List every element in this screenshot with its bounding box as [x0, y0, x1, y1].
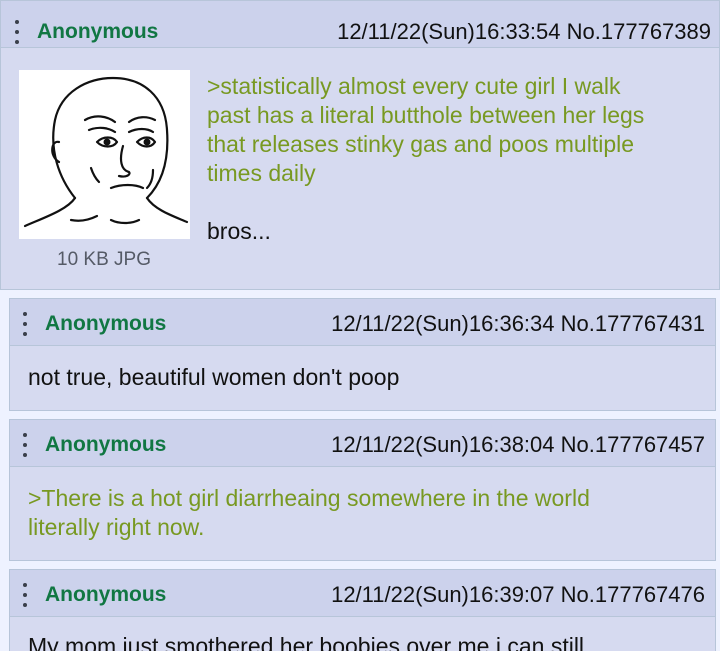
post-op: Anonymous 12/11/22(Sun)16:33:54 No.17776…: [0, 0, 720, 290]
post-meta: 12/11/22(Sun)16:38:04 No.177767457: [331, 433, 705, 457]
post-datetime: 12/11/22(Sun)16:33:54: [337, 19, 561, 44]
post-header: Anonymous 12/11/22(Sun)16:33:54 No.17776…: [1, 1, 719, 48]
post-body: >statistically almost every cute girl I …: [207, 72, 717, 246]
post-body: >There is a hot girl diarrheaing somewhe…: [28, 484, 708, 542]
post-header: Anonymous 12/11/22(Sun)16:36:34 No.17776…: [10, 299, 715, 346]
reply-post: Anonymous 12/11/22(Sun)16:39:07 No.17776…: [9, 569, 716, 651]
post-datetime: 12/11/22(Sun)16:38:04: [331, 432, 555, 457]
post-body: not true, beautiful women don't poop: [28, 363, 708, 392]
post-header: Anonymous 12/11/22(Sun)16:38:04 No.17776…: [10, 420, 715, 467]
reply-post: Anonymous 12/11/22(Sun)16:36:34 No.17776…: [9, 298, 716, 411]
post-meta: 12/11/22(Sun)16:36:34 No.177767431: [331, 312, 705, 336]
menu-dots-icon[interactable]: [22, 433, 28, 457]
post-datetime: 12/11/22(Sun)16:36:34: [331, 311, 555, 336]
post-number[interactable]: No.177767431: [561, 311, 705, 336]
menu-dots-icon[interactable]: [22, 583, 28, 607]
file-info[interactable]: 10 KB JPG: [57, 248, 151, 272]
wojak-face-icon: [23, 76, 189, 228]
post-header: Anonymous 12/11/22(Sun)16:39:07 No.17776…: [10, 570, 715, 617]
post-meta: 12/11/22(Sun)16:33:54 No.177767389: [337, 20, 711, 44]
post-number[interactable]: No.177767457: [561, 432, 705, 457]
reply-post: Anonymous 12/11/22(Sun)16:38:04 No.17776…: [9, 419, 716, 561]
greentext-line: >There is a hot girl diarrheaing somewhe…: [28, 485, 590, 511]
post-number[interactable]: No.177767389: [567, 19, 711, 44]
greentext-line: that releases stinky gas and poos multip…: [207, 131, 635, 157]
post-datetime: 12/11/22(Sun)16:39:07: [331, 582, 555, 607]
post-number[interactable]: No.177767476: [561, 582, 705, 607]
post-body: My mom just smothered her boobies over m…: [28, 632, 708, 651]
thumbnail-image[interactable]: [19, 70, 190, 239]
greentext-line: literally right now.: [28, 514, 205, 540]
poster-name: Anonymous: [45, 433, 167, 456]
body-line: not true, beautiful women don't poop: [28, 364, 400, 390]
greentext-line: past has a literal butthole between her …: [207, 102, 645, 128]
thread: Anonymous 12/11/22(Sun)16:33:54 No.17776…: [0, 0, 720, 651]
poster-name: Anonymous: [45, 312, 167, 335]
body-line: bros...: [207, 218, 271, 244]
greentext-line: times daily: [207, 160, 316, 186]
menu-dots-icon[interactable]: [14, 20, 20, 44]
body-line: My mom just smothered her boobies over m…: [28, 633, 585, 651]
greentext-line: >statistically almost every cute girl I …: [207, 73, 621, 99]
post-meta: 12/11/22(Sun)16:39:07 No.177767476: [331, 583, 705, 607]
poster-name: Anonymous: [37, 20, 159, 43]
poster-name: Anonymous: [45, 583, 167, 606]
menu-dots-icon[interactable]: [22, 312, 28, 336]
